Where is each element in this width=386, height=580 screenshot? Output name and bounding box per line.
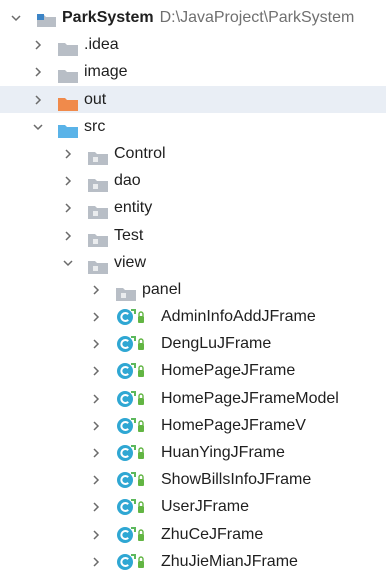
- chevron-right-icon[interactable]: [90, 311, 102, 323]
- folder-icon: [58, 65, 78, 84]
- tree-node-label: ZhuJieMianJFrame: [161, 552, 298, 570]
- tree-node-label: ZhuCeJFrame: [161, 525, 264, 543]
- java-class-icon: [116, 471, 148, 489]
- chevron-right-icon[interactable]: [32, 66, 44, 78]
- tree-node-label: src: [84, 117, 106, 135]
- tree-node-image[interactable]: image: [0, 58, 386, 85]
- project-path: D:\JavaProject\ParkSystem: [159, 9, 355, 26]
- java-class-icon: [116, 417, 148, 435]
- tree-node-test[interactable]: Test: [0, 222, 386, 249]
- package-icon: [88, 147, 108, 165]
- tree-node-class-2[interactable]: HomePageJFrame: [0, 357, 386, 384]
- tree-node-label: HuanYingJFrame: [161, 444, 285, 461]
- tree-node-entity[interactable]: entity: [0, 194, 386, 221]
- chevron-right-icon[interactable]: [90, 420, 102, 432]
- source-folder-icon: [58, 120, 78, 138]
- package-icon: [116, 283, 136, 301]
- chevron-right-icon[interactable]: [90, 284, 102, 296]
- chevron-down-icon[interactable]: [62, 257, 74, 269]
- chevron-right-icon[interactable]: [90, 338, 102, 350]
- module-folder-icon: [36, 11, 56, 27]
- tree-node-label: HomePageJFrameModel: [161, 389, 339, 407]
- tree-node-label: ShowBillsInfoJFrame: [161, 471, 312, 489]
- tree-node-label: HomePageJFrameV: [161, 416, 306, 434]
- project-name: ParkSystem: [62, 9, 154, 26]
- excluded-folder-icon: [58, 93, 78, 111]
- package-icon: [88, 229, 108, 247]
- java-class-icon: [116, 308, 148, 326]
- package-icon: [88, 174, 108, 193]
- java-class-icon: [116, 553, 148, 571]
- tree-node-class-4[interactable]: HomePageJFrameV: [0, 412, 386, 439]
- chevron-right-icon[interactable]: [90, 501, 102, 513]
- tree-node-label: out: [84, 90, 107, 108]
- tree-node-label: entity: [114, 199, 153, 217]
- tree-node-class-5[interactable]: HuanYingJFrame: [0, 439, 386, 466]
- tree-node-idea[interactable]: .idea: [0, 31, 386, 58]
- tree-node-label: Test: [114, 226, 144, 244]
- chevron-right-icon[interactable]: [62, 230, 74, 242]
- tree-node-class-0[interactable]: AdminInfoAddJFrame: [0, 303, 386, 330]
- java-class-icon: [116, 335, 148, 353]
- chevron-down-icon[interactable]: [10, 12, 22, 24]
- tree-node-label: image: [84, 63, 128, 81]
- tree-node-panel[interactable]: panel: [0, 276, 386, 303]
- class-list: AdminInfoAddJFrame DengLuJFrame HomePage…: [0, 303, 386, 575]
- package-icon: [88, 201, 108, 220]
- tree-node-class-9[interactable]: ZhuJieMianJFrame: [0, 548, 386, 575]
- java-class-icon: [116, 362, 148, 380]
- tree-node-src[interactable]: src: [0, 113, 386, 140]
- tree-node-label: AdminInfoAddJFrame: [161, 308, 316, 326]
- java-class-icon: [116, 526, 148, 544]
- tree-node-label: view: [114, 253, 147, 271]
- tree-node-label: HomePageJFrame: [161, 362, 296, 380]
- chevron-right-icon[interactable]: [62, 202, 74, 214]
- tree-node-class-1[interactable]: DengLuJFrame: [0, 330, 386, 357]
- folder-icon: [58, 38, 78, 57]
- tree-node-label: .idea: [84, 36, 119, 54]
- tree-node-view[interactable]: view: [0, 249, 386, 276]
- project-tree: ParkSystem D:\JavaProject\ParkSystem .ide…: [0, 4, 386, 575]
- java-class-icon: [116, 444, 148, 462]
- chevron-right-icon[interactable]: [90, 393, 102, 405]
- tree-node-class-8[interactable]: ZhuCeJFrame: [0, 521, 386, 548]
- tree-node-class-3[interactable]: HomePageJFrameModel: [0, 385, 386, 412]
- tree-node-label: UserJFrame: [161, 498, 250, 516]
- tree-node-label: dao: [114, 172, 141, 190]
- tree-node-class-7[interactable]: UserJFrame: [0, 493, 386, 520]
- tree-node-class-6[interactable]: ShowBillsInfoJFrame: [0, 466, 386, 493]
- tree-node-dao[interactable]: dao: [0, 167, 386, 194]
- tree-node-parksystem[interactable]: ParkSystem D:\JavaProject\ParkSystem: [0, 4, 386, 31]
- chevron-right-icon[interactable]: [32, 94, 44, 106]
- java-class-icon: [116, 390, 148, 408]
- tree-node-control[interactable]: Control: [0, 140, 386, 167]
- package-icon: [88, 256, 108, 274]
- chevron-right-icon[interactable]: [90, 529, 102, 541]
- chevron-right-icon[interactable]: [62, 148, 74, 160]
- chevron-down-icon[interactable]: [32, 121, 44, 133]
- tree-node-label: panel: [142, 280, 182, 298]
- chevron-right-icon[interactable]: [90, 556, 102, 568]
- tree-node-label: DengLuJFrame: [161, 335, 272, 353]
- java-class-icon: [116, 498, 148, 516]
- tree-node-label: ParkSystem D:\JavaProject\ParkSystem: [62, 4, 354, 31]
- chevron-right-icon[interactable]: [32, 39, 44, 51]
- tree-node-out[interactable]: out: [0, 85, 386, 113]
- tree-node-label: Control: [114, 144, 166, 162]
- chevron-right-icon[interactable]: [90, 474, 102, 486]
- chevron-right-icon[interactable]: [90, 365, 102, 377]
- chevron-right-icon[interactable]: [62, 175, 74, 187]
- chevron-right-icon[interactable]: [90, 447, 102, 459]
